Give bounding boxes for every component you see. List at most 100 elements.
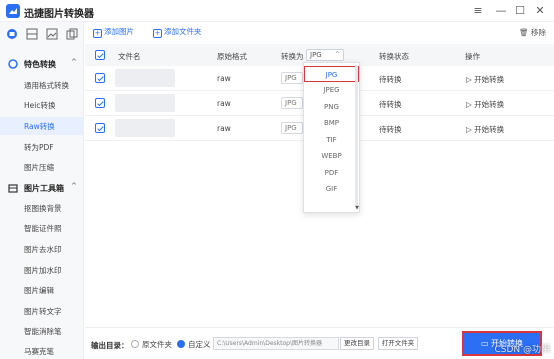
close-icon[interactable]: ✕ <box>532 3 548 19</box>
sidebar-item-remove-watermark[interactable]: 图片去水印 <box>0 240 84 258</box>
row-format-select[interactable]: JPG <box>281 72 303 84</box>
sidebar-item-cutout[interactable]: 抠图换背景 <box>0 199 84 217</box>
sidebar-item-eraser[interactable]: 智能消除笔 <box>0 322 84 340</box>
copy-icon[interactable] <box>66 28 78 40</box>
app-title: 迅捷图片转换器 <box>24 9 94 20</box>
sidebar-item-general[interactable]: 通用格式转换 <box>0 76 84 94</box>
sidebar-item-id-photo[interactable]: 智能证件照 <box>0 219 84 237</box>
source-format: raw <box>217 74 231 83</box>
sidebar-toolbar <box>0 27 84 43</box>
col-source-format: 原始格式 <box>217 52 247 61</box>
plus-icon: + <box>93 29 102 38</box>
option-bmp[interactable]: BMP <box>304 115 359 131</box>
watermark: CSDN @功阴 <box>494 345 550 355</box>
start-convert-label: 开始转换 <box>474 100 505 109</box>
output-path-input[interactable]: C:\Users\Admin\Desktop\图片转换器 <box>213 337 339 350</box>
sidebar-item-label: 智能证件照 <box>24 224 62 233</box>
file-thumbnail <box>115 119 175 137</box>
image-icon[interactable] <box>46 28 58 40</box>
file-thumbnail <box>115 69 175 87</box>
section-convert[interactable]: 特色转换 ^ <box>0 54 84 74</box>
change-dir-button[interactable]: 更改目录 <box>340 337 374 350</box>
add-folder-label: 添加文件夹 <box>164 27 202 36</box>
col-action: 操作 <box>465 52 480 61</box>
row-format-value: JPG <box>285 124 297 132</box>
status-text: 待转换 <box>379 75 402 84</box>
remove-button[interactable]: 🗑 移除 <box>519 27 546 38</box>
start-convert-link[interactable]: ▷ 开始转换 <box>466 124 504 135</box>
row-checkbox[interactable] <box>95 98 105 108</box>
chevron-up-icon: ^ <box>71 182 77 190</box>
sidebar-item-raw[interactable]: Raw转换 <box>0 117 84 135</box>
option-gif[interactable]: GIF <box>304 181 359 197</box>
open-folder-button[interactable]: 打开文件夹 <box>378 337 418 350</box>
convert-icon: ▭ <box>480 339 489 348</box>
chevron-up-icon: ^ <box>71 58 77 66</box>
toolbox-icon <box>8 184 18 193</box>
minimize-icon[interactable]: — <box>493 3 509 19</box>
start-convert-link[interactable]: ▷ 开始转换 <box>466 99 504 110</box>
option-png[interactable]: PNG <box>304 99 359 115</box>
option-jpg[interactable]: JPG <box>304 66 359 82</box>
source-format: raw <box>217 124 231 133</box>
output-bar: 输出目录： 原文件夹 自定义 C:\Users\Admin\Desktop\图片… <box>85 327 554 359</box>
scroll-down-icon[interactable]: ▼ <box>355 205 359 211</box>
select-all-checkbox[interactable] <box>95 50 105 60</box>
sidebar-item-add-watermark[interactable]: 图片加水印 <box>0 261 84 279</box>
option-tif[interactable]: TIF <box>304 132 359 148</box>
source-folder-label: 原文件夹 <box>142 340 172 349</box>
sidebar-item-label: 智能消除笔 <box>24 327 62 336</box>
option-pdf[interactable]: PDF <box>304 165 359 181</box>
play-icon: ▷ <box>466 100 472 109</box>
start-convert-label: 开始转换 <box>474 125 505 134</box>
sidebar-item-mosaic[interactable]: 马赛克笔 <box>0 342 84 359</box>
source-format: raw <box>217 99 231 108</box>
trash-icon: 🗑 <box>519 28 529 37</box>
option-webp[interactable]: WEBP <box>304 148 359 164</box>
sidebar-item-pdf[interactable]: 转为PDF <box>0 138 84 156</box>
home-icon[interactable] <box>6 28 18 40</box>
refresh-icon <box>8 59 18 69</box>
remove-label: 移除 <box>531 28 546 37</box>
sidebar-item-label: 转为PDF <box>24 143 54 152</box>
sidebar-item-compress[interactable]: 图片压缩 <box>0 158 84 176</box>
batch-format-value: JPG <box>310 51 322 59</box>
title-bar: 迅捷图片转换器 ≡ — ☐ ✕ <box>0 0 554 22</box>
app-logo-icon <box>6 4 20 18</box>
row-checkbox[interactable] <box>95 73 105 83</box>
menu-icon[interactable]: ≡ <box>470 3 486 19</box>
file-thumbnail <box>115 94 175 112</box>
add-image-button[interactable]: + 添加图片 <box>93 26 134 40</box>
option-jpeg[interactable]: JPEG <box>304 82 359 98</box>
row-format-value: JPG <box>285 74 297 82</box>
radio-custom[interactable] <box>177 340 185 348</box>
grid-icon[interactable] <box>26 28 38 40</box>
status-text: 待转换 <box>379 100 402 109</box>
section-convert-label: 特色转换 <box>24 60 56 69</box>
sidebar-item-label: 通用格式转换 <box>24 81 69 90</box>
plus-icon: + <box>153 29 162 38</box>
custom-label: 自定义 <box>188 340 211 349</box>
sidebar-item-heic[interactable]: Heic转换 <box>0 96 84 114</box>
play-icon: ▷ <box>466 75 472 84</box>
col-name: 文件名 <box>118 52 141 61</box>
add-image-label: 添加图片 <box>104 27 134 36</box>
sidebar-item-label: 图片编辑 <box>24 286 54 295</box>
section-tools[interactable]: 图片工具箱 ^ <box>0 178 84 198</box>
sidebar-item-label: Heic转换 <box>24 101 56 110</box>
format-dropdown: JPG JPEG PNG BMP TIF WEBP PDF GIF ▼ <box>303 62 360 213</box>
sidebar-item-edit[interactable]: 图片编辑 <box>0 281 84 299</box>
sidebar-item-ocr[interactable]: 图片转文字 <box>0 302 84 320</box>
maximize-icon[interactable]: ☐ <box>512 3 528 19</box>
row-format-select[interactable]: JPG <box>281 122 303 134</box>
dropdown-scrollbar[interactable] <box>355 65 358 205</box>
row-format-value: JPG <box>285 99 297 107</box>
radio-source-folder[interactable] <box>131 340 139 348</box>
start-convert-link[interactable]: ▷ 开始转换 <box>466 74 504 85</box>
batch-format-select[interactable]: JPG ^ <box>306 49 344 61</box>
section-tools-label: 图片工具箱 <box>24 184 64 193</box>
add-folder-button[interactable]: + 添加文件夹 <box>153 26 202 40</box>
row-format-select[interactable]: JPG <box>281 97 303 109</box>
chevron-up-icon: ^ <box>334 51 340 58</box>
row-checkbox[interactable] <box>95 123 105 133</box>
